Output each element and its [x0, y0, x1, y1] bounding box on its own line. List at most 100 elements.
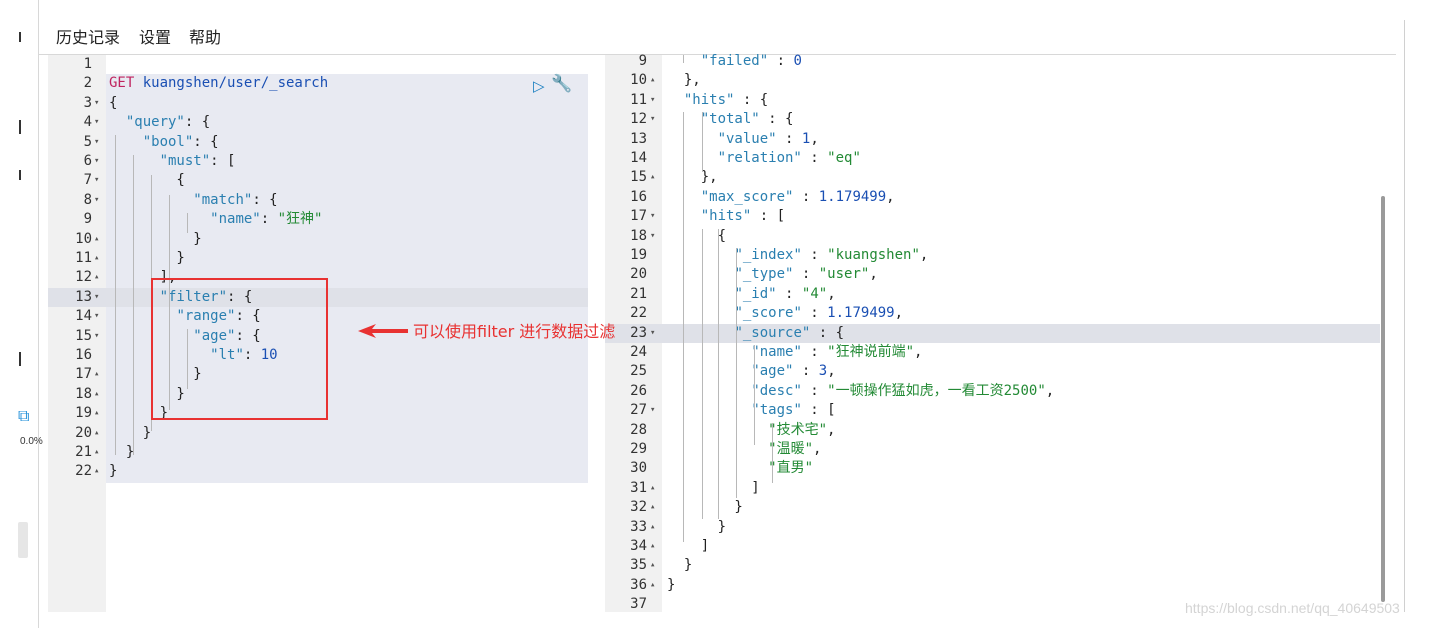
fold-open-icon[interactable]: ▾ [650, 207, 655, 226]
code-line[interactable]: 31 ▴ ] [605, 479, 1380, 498]
fold-close-icon[interactable]: ▴ [94, 385, 99, 404]
code-line[interactable]: 32 ▴ } [605, 498, 1380, 517]
fold-open-icon[interactable]: ▾ [650, 401, 655, 420]
code-line[interactable]: 16 "max_score" : 1.179499, [605, 188, 1380, 207]
code-token: "relation" [717, 150, 802, 166]
code-token: , [869, 266, 878, 283]
fold-close-icon[interactable]: ▴ [94, 443, 99, 462]
code-line[interactable]: 20 ▴ } [48, 424, 588, 443]
fold-open-icon[interactable]: ▾ [94, 327, 99, 346]
fold-open-icon[interactable]: ▾ [94, 152, 99, 171]
code-text: "hits" : [ [667, 207, 785, 226]
fold-open-icon[interactable]: ▾ [94, 133, 99, 152]
response-viewer[interactable]: 9 "failed" : 0 10 ▴ }, 11 ▾ "hits" : {12 ▾ "t… [605, 52, 1380, 612]
code-line[interactable]: 11 ▴ } [48, 249, 588, 268]
code-line[interactable]: 33 ▴ } [605, 518, 1380, 537]
code-line[interactable]: 26 "desc" : "一顿操作猛如虎，一看工资2500", [605, 382, 1380, 401]
fold-close-icon[interactable]: ▴ [650, 71, 655, 90]
fold-close-icon[interactable]: ▴ [650, 576, 655, 595]
fold-close-icon[interactable]: ▴ [650, 518, 655, 537]
fold-open-icon[interactable]: ▾ [650, 324, 655, 343]
fold-close-icon[interactable]: ▴ [650, 498, 655, 517]
code-line[interactable]: 36 ▴} [605, 576, 1380, 595]
fold-close-icon[interactable]: ▴ [94, 249, 99, 268]
code-line[interactable]: 30 "直男" [605, 459, 1380, 478]
play-icon[interactable]: ▷ [533, 77, 545, 95]
fold-open-icon[interactable]: ▾ [94, 113, 99, 132]
code-line[interactable]: 34 ▴ ] [605, 537, 1380, 556]
code-line[interactable]: 22 "_score" : 1.179499, [605, 304, 1380, 323]
code-line[interactable]: 21 "_id" : "4", [605, 285, 1380, 304]
code-line[interactable]: 20 "_type" : "user", [605, 265, 1380, 284]
code-line[interactable]: 4 ▾ "query": { [48, 113, 588, 132]
menu-help[interactable]: 帮助 [189, 24, 221, 48]
code-line[interactable]: 6 ▾ "must": [ [48, 152, 588, 171]
code-line[interactable]: 17 ▾ "hits" : [ [605, 207, 1380, 226]
code-line[interactable]: 7 ▾ { [48, 171, 588, 190]
code-line[interactable]: 29 "温暖", [605, 440, 1380, 459]
code-line[interactable]: 5 ▾ "bool": { [48, 133, 588, 152]
code-line[interactable]: 10 ▴ }, [605, 71, 1380, 90]
code-token: "failed" [700, 53, 769, 69]
fold-open-icon[interactable]: ▾ [94, 307, 99, 326]
fold-close-icon[interactable]: ▴ [650, 556, 655, 575]
code-line[interactable]: 19 "_index" : "kuangshen", [605, 246, 1380, 265]
code-line[interactable]: 14 "relation" : "eq" [605, 149, 1380, 168]
code-line[interactable]: 10 ▴ } [48, 230, 588, 249]
fold-close-icon[interactable]: ▴ [650, 168, 655, 187]
fold-close-icon[interactable]: ▴ [650, 537, 655, 556]
code-token: "_index" [734, 247, 802, 263]
scrollbar[interactable] [1381, 196, 1385, 602]
fold-close-icon[interactable]: ▴ [94, 365, 99, 384]
indent-guide [772, 423, 773, 483]
code-token: 0 [793, 53, 802, 69]
fold-close-icon[interactable]: ▴ [650, 479, 655, 498]
code-line[interactable]: 23 ▾ "_source" : { [605, 323, 1380, 343]
line-number: 22 [75, 463, 92, 480]
code-line[interactable]: 28 "技术宅", [605, 421, 1380, 440]
fold-open-icon[interactable]: ▾ [94, 191, 99, 210]
fold-close-icon[interactable]: ▴ [94, 462, 99, 481]
code-line[interactable]: 35 ▴ } [605, 556, 1380, 575]
code-line[interactable]: 22 ▴} [48, 462, 588, 481]
fold-open-icon[interactable]: ▾ [650, 91, 655, 110]
code-line[interactable]: 9 "name": "狂神" [48, 210, 588, 229]
fold-close-icon[interactable]: ▴ [94, 230, 99, 249]
line-number: 36 [630, 576, 647, 593]
code-line[interactable]: 9 "failed" : 0 [605, 52, 1380, 71]
code-line[interactable]: 11 ▾ "hits" : { [605, 91, 1380, 110]
code-line[interactable]: 25 "age" : 3, [605, 362, 1380, 381]
code-line[interactable]: 27 ▾ "tags" : [ [605, 401, 1380, 420]
fold-open-icon[interactable]: ▾ [94, 171, 99, 190]
cube-icon[interactable]: ⧉ [18, 408, 29, 424]
code-line[interactable]: 2 GET kuangshen/user/_search [48, 74, 588, 93]
code-line[interactable]: 8 ▾ "match": { [48, 191, 588, 210]
fold-close-icon[interactable]: ▴ [94, 268, 99, 287]
code-line[interactable]: 1 [48, 55, 588, 74]
fold-close-icon[interactable]: ▴ [94, 424, 99, 443]
menu-history[interactable]: 历史记录 [56, 24, 120, 48]
wrench-icon[interactable]: 🔧 [551, 74, 572, 94]
code-line[interactable]: 12 ▾ "total" : { [605, 110, 1380, 129]
line-number: 17 [630, 208, 647, 225]
fold-open-icon[interactable]: ▾ [650, 227, 655, 246]
code-line[interactable]: 15 ▴ }, [605, 168, 1380, 187]
fold-close-icon[interactable]: ▴ [94, 404, 99, 423]
menu-settings[interactable]: 设置 [139, 24, 171, 48]
code-line[interactable]: 18 ▾ { [605, 227, 1380, 246]
fold-open-icon[interactable]: ▾ [94, 288, 99, 307]
code-text: "failed" : 0 [667, 52, 802, 71]
fold-open-icon[interactable]: ▾ [94, 94, 99, 113]
code-token: , [827, 363, 836, 380]
code-line[interactable]: 3 ▾ { [48, 94, 588, 113]
fold-open-icon[interactable]: ▾ [650, 110, 655, 129]
line-number: 10 [75, 230, 92, 247]
code-line[interactable]: 24 "name" : "狂神说前端", [605, 343, 1380, 362]
code-token: } [109, 444, 135, 460]
code-line[interactable]: 21 ▴ } [48, 443, 588, 462]
code-line[interactable]: 13 "value" : 1, [605, 130, 1380, 149]
code-token: : [793, 188, 819, 205]
code-token: "_id" [734, 285, 777, 302]
indent-guide [718, 229, 719, 519]
sidebar-scroll-block[interactable] [18, 522, 28, 558]
